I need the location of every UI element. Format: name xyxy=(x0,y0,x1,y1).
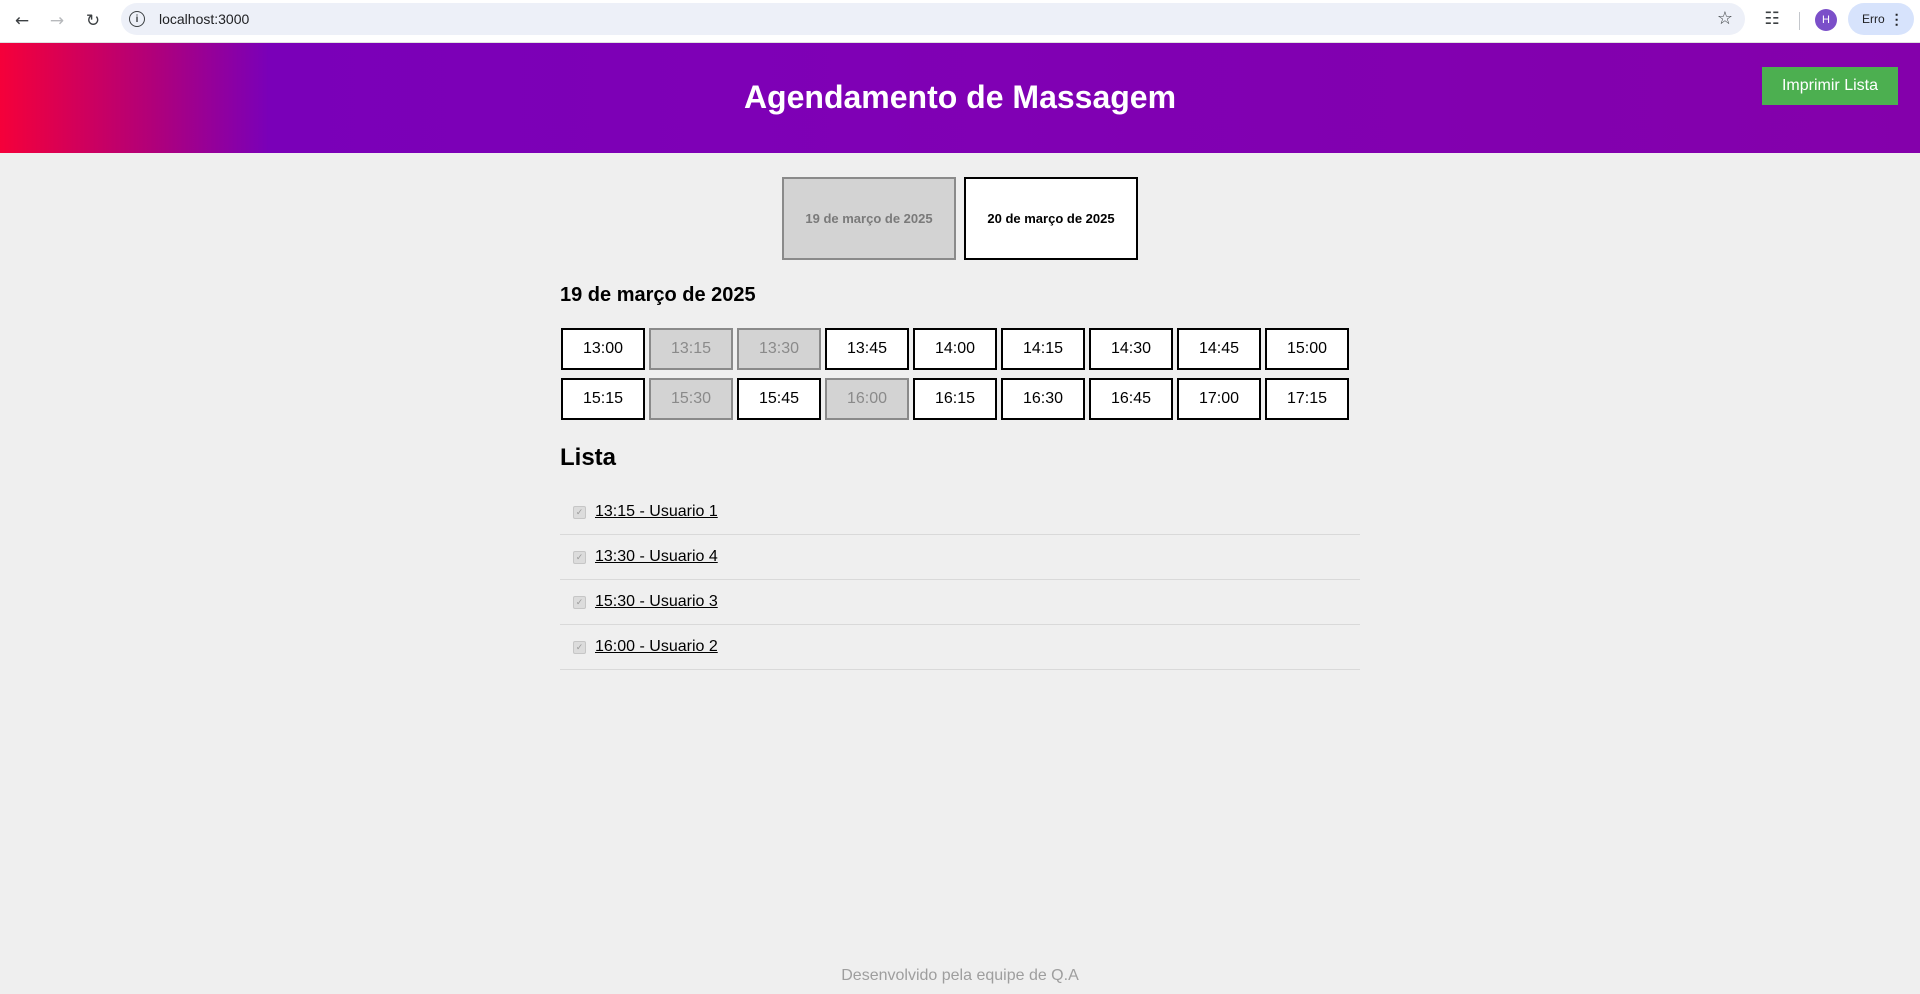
profile-error-label: Erro xyxy=(1862,12,1885,26)
time-slot[interactable]: 16:30 xyxy=(1001,378,1085,420)
time-slot[interactable]: 14:00 xyxy=(913,328,997,370)
kebab-menu-icon[interactable]: ⋮ xyxy=(1890,11,1904,28)
date-tab-19[interactable]: 19 de março de 2025 xyxy=(782,177,956,260)
checkbox: ✓ xyxy=(573,505,586,519)
time-slot[interactable]: 13:45 xyxy=(825,328,909,370)
time-slot: 13:15 xyxy=(649,328,733,370)
back-arrow-icon[interactable]: ← xyxy=(9,8,35,34)
time-slot: 15:30 xyxy=(649,378,733,420)
time-slot[interactable]: 14:30 xyxy=(1089,328,1173,370)
list-title: Lista xyxy=(560,444,617,471)
booking-link[interactable]: 13:15 - Usuario 1 xyxy=(595,503,718,521)
browser-toolbar: ← → ↻ i localhost:3000 ☆ ☷ H Erro ⋮ xyxy=(0,0,1920,43)
booking-list: ✓ 13:15 - Usuario 1 ✓ 13:30 - Usuario 4 … xyxy=(560,490,1360,670)
address-bar[interactable]: i localhost:3000 ☆ xyxy=(121,3,1745,35)
site-info-icon[interactable]: i xyxy=(129,11,145,27)
list-item: ✓ 13:30 - Usuario 4 xyxy=(560,535,1360,580)
checkbox: ✓ xyxy=(573,640,586,654)
app-header: Agendamento de Massagem Imprimir Lista xyxy=(0,43,1920,153)
profile-avatar[interactable]: H xyxy=(1815,9,1837,31)
url-text[interactable]: localhost:3000 xyxy=(159,11,249,27)
date-tab-20[interactable]: 20 de março de 2025 xyxy=(964,177,1138,260)
time-slot: 16:00 xyxy=(825,378,909,420)
time-slot[interactable]: 14:45 xyxy=(1177,328,1261,370)
bookmark-star-icon[interactable]: ☆ xyxy=(1717,8,1733,29)
list-item: ✓ 13:15 - Usuario 1 xyxy=(560,490,1360,535)
time-slot[interactable]: 17:15 xyxy=(1265,378,1349,420)
reload-icon[interactable]: ↻ xyxy=(80,8,106,34)
extensions-icon[interactable]: ☷ xyxy=(1761,8,1783,30)
footer-credit: Desenvolvido pela equipe de Q.A xyxy=(841,967,1079,984)
checkbox: ✓ xyxy=(573,595,586,609)
booking-link[interactable]: 15:30 - Usuario 3 xyxy=(595,593,718,611)
booking-link[interactable]: 16:00 - Usuario 2 xyxy=(595,638,718,656)
time-slot[interactable]: 13:00 xyxy=(561,328,645,370)
toolbar-divider xyxy=(1799,12,1800,30)
list-item: ✓ 15:30 - Usuario 3 xyxy=(560,580,1360,625)
time-slot-grid: 13:00 13:15 13:30 13:45 14:00 14:15 14:3… xyxy=(561,328,1353,420)
forward-arrow-icon[interactable]: → xyxy=(44,8,70,34)
profile-error-button[interactable]: Erro ⋮ xyxy=(1848,3,1914,35)
booking-link[interactable]: 13:30 - Usuario 4 xyxy=(595,548,718,566)
time-slot[interactable]: 16:45 xyxy=(1089,378,1173,420)
time-slot[interactable]: 17:00 xyxy=(1177,378,1261,420)
checkbox: ✓ xyxy=(573,550,586,564)
list-item: ✓ 16:00 - Usuario 2 xyxy=(560,625,1360,670)
time-slot[interactable]: 15:00 xyxy=(1265,328,1349,370)
page-title: Agendamento de Massagem xyxy=(743,79,1177,115)
time-slot[interactable]: 14:15 xyxy=(1001,328,1085,370)
time-slot[interactable]: 16:15 xyxy=(913,378,997,420)
time-slot[interactable]: 15:45 xyxy=(737,378,821,420)
time-slot: 13:30 xyxy=(737,328,821,370)
selected-date-heading: 19 de março de 2025 xyxy=(560,284,756,306)
print-list-button[interactable]: Imprimir Lista xyxy=(1762,67,1898,105)
time-slot[interactable]: 15:15 xyxy=(561,378,645,420)
